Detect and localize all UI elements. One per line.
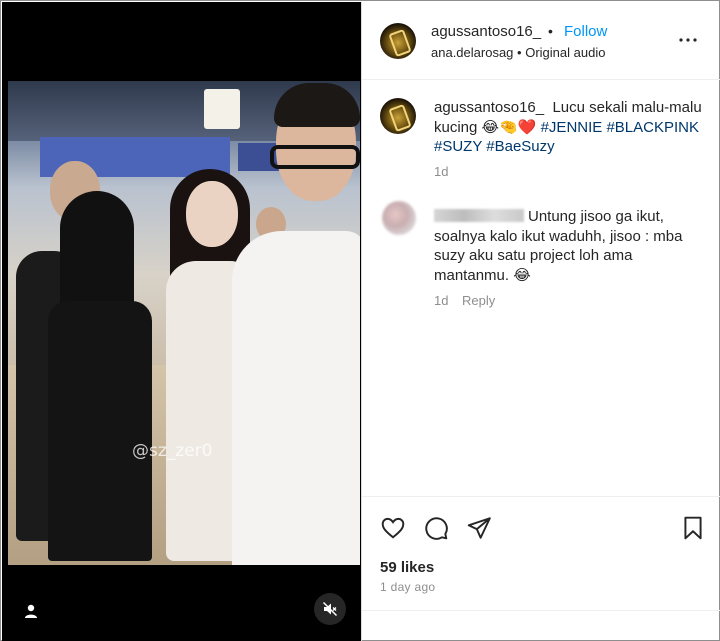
comment-timestamp[interactable]: 1d bbox=[434, 293, 448, 308]
audio-separator: • bbox=[517, 45, 522, 60]
likes-count[interactable]: 59 likes bbox=[380, 559, 434, 576]
mute-icon bbox=[322, 601, 338, 617]
audio-owner-link[interactable]: ana.delarosag bbox=[431, 45, 513, 60]
bookmark-icon[interactable] bbox=[680, 515, 706, 541]
separator-dot: • bbox=[548, 23, 553, 39]
video-person bbox=[232, 231, 360, 565]
more-options-icon[interactable] bbox=[676, 30, 700, 50]
post-date[interactable]: 1 day ago bbox=[380, 580, 435, 594]
author-username[interactable]: agussantoso16_ bbox=[431, 23, 541, 40]
follow-button[interactable]: Follow bbox=[564, 23, 607, 40]
caption-timestamp[interactable]: 1d bbox=[434, 164, 448, 179]
audio-info: ana.delarosag • Original audio bbox=[431, 45, 605, 60]
mute-button[interactable] bbox=[314, 593, 346, 625]
video-light bbox=[204, 89, 240, 129]
media-pane: @sz_zer0 bbox=[2, 2, 361, 641]
video-person bbox=[48, 301, 152, 561]
original-audio-link[interactable]: Original audio bbox=[525, 45, 605, 60]
video-player[interactable]: @sz_zer0 bbox=[8, 81, 360, 565]
video-person bbox=[186, 181, 238, 247]
video-watermark: @sz_zer0 bbox=[132, 441, 213, 461]
post-caption: agussantoso16_ Lucu sekali malu-malu kuc… bbox=[434, 98, 706, 157]
hashtag-link[interactable]: #SUZY bbox=[434, 138, 482, 155]
hashtag-link[interactable]: #BLACKPINK bbox=[606, 119, 699, 136]
heart-icon[interactable] bbox=[380, 515, 406, 541]
video-glasses bbox=[270, 145, 360, 169]
hashtag-link[interactable]: #JENNIE bbox=[541, 119, 603, 136]
commenter-avatar[interactable] bbox=[382, 201, 416, 235]
caption-username[interactable]: agussantoso16_ bbox=[434, 99, 544, 116]
hashtag-link[interactable]: #BaeSuzy bbox=[486, 138, 554, 155]
share-icon[interactable] bbox=[466, 515, 492, 541]
post-modal: @sz_zer0 agussantoso16_ • Follow ana.del… bbox=[0, 0, 720, 641]
comment-icon[interactable] bbox=[423, 515, 449, 541]
post-header: agussantoso16_ • Follow ana.delarosag • … bbox=[362, 2, 720, 80]
commenter-username-blurred[interactable] bbox=[434, 209, 524, 222]
divider bbox=[362, 610, 720, 611]
author-avatar[interactable] bbox=[380, 23, 416, 59]
action-bar bbox=[362, 496, 720, 556]
details-pane: agussantoso16_ • Follow ana.delarosag • … bbox=[361, 2, 720, 641]
user-tag-icon[interactable] bbox=[22, 602, 40, 620]
caption-author-avatar[interactable] bbox=[380, 98, 416, 134]
reply-button[interactable]: Reply bbox=[462, 293, 495, 308]
comment-item: Untung jisoo ga ikut, soalnya kalo ikut … bbox=[434, 207, 706, 285]
